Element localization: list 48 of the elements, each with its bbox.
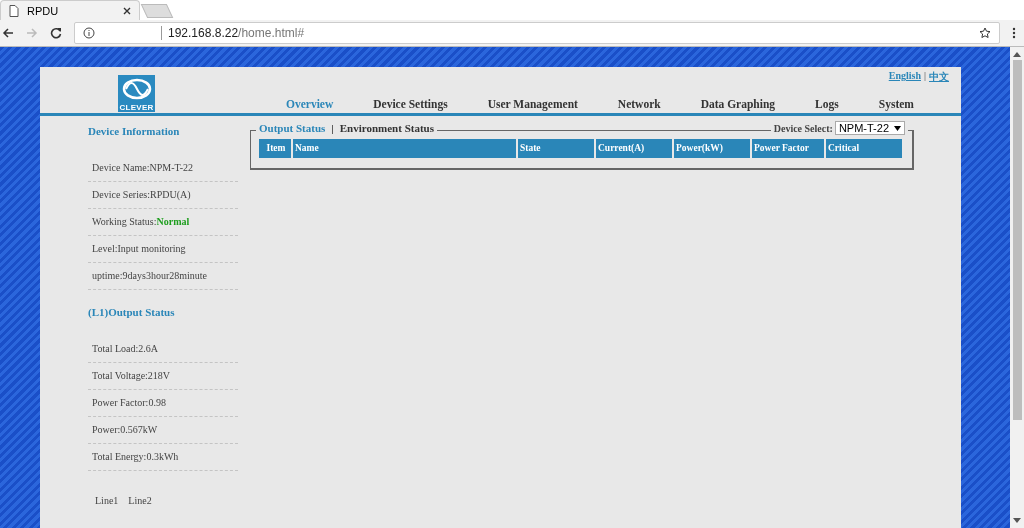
device-select[interactable]: NPM-T-22 [834, 121, 905, 135]
column-header: Power Factor [752, 139, 824, 158]
star-icon[interactable] [979, 27, 991, 39]
info-label: Total Load:2.6A [92, 343, 158, 354]
column-header: Power(kW) [674, 139, 750, 158]
reload-icon[interactable] [50, 27, 62, 39]
line-link[interactable]: Line1 [95, 495, 119, 506]
info-label: Device Name:NPM-T-22 [92, 162, 193, 173]
nav-tab[interactable]: User Management [487, 98, 578, 110]
column-header: Critical [826, 139, 902, 158]
nav-tab[interactable]: Network [617, 98, 661, 110]
info-label: Power:0.567kW [92, 424, 158, 435]
info-icon [83, 27, 95, 39]
column-header: Item [259, 139, 291, 158]
info-label: uptime:9days3hour28minute [92, 270, 207, 281]
address-field[interactable]: 192.168.8.22/home.html# [74, 22, 1000, 44]
info-label: Power Factor:0.98 [92, 397, 166, 408]
nav-tab[interactable]: System [878, 98, 914, 110]
scroll-up-icon[interactable] [1013, 51, 1021, 57]
line-link[interactable]: Line2 [128, 495, 152, 506]
section-title: (L1)Output Status [88, 306, 176, 320]
caret-icon [894, 125, 901, 131]
browser-tab[interactable]: RPDU [0, 0, 140, 20]
close-icon[interactable] [123, 6, 131, 15]
info-label: Total Energy:0.3kWh [92, 451, 179, 462]
menu-icon[interactable] [1012, 27, 1016, 39]
column-header: Current(A) [596, 139, 672, 158]
back-icon[interactable] [2, 27, 14, 39]
scroll-thumb[interactable] [1012, 60, 1022, 420]
device-select-label: Device Select: [773, 122, 833, 134]
status-value: Normal [156, 216, 190, 227]
column-header: Name [293, 139, 516, 158]
status-tab[interactable]: Environment Status [339, 122, 434, 134]
info-label: Device Series:RPDU(A) [92, 189, 191, 200]
page-icon [9, 4, 19, 17]
info-label: Level:Input monitoring [92, 243, 186, 254]
nav-tab[interactable]: Data Graphing [700, 98, 776, 110]
scroll-down-icon[interactable] [1013, 518, 1021, 524]
nav-tab[interactable]: Logs [815, 98, 839, 110]
info-label: Total Voltage:218V [92, 370, 171, 381]
section-title: Device Information [88, 125, 181, 139]
column-header: State [518, 139, 594, 158]
logo-icon [120, 77, 153, 101]
separator: | [331, 122, 334, 134]
separator: | [924, 70, 926, 83]
logo: CLEVER [118, 75, 155, 112]
info-label: Working Status: [92, 216, 157, 227]
nav-tab[interactable]: Device Settings [373, 98, 448, 110]
